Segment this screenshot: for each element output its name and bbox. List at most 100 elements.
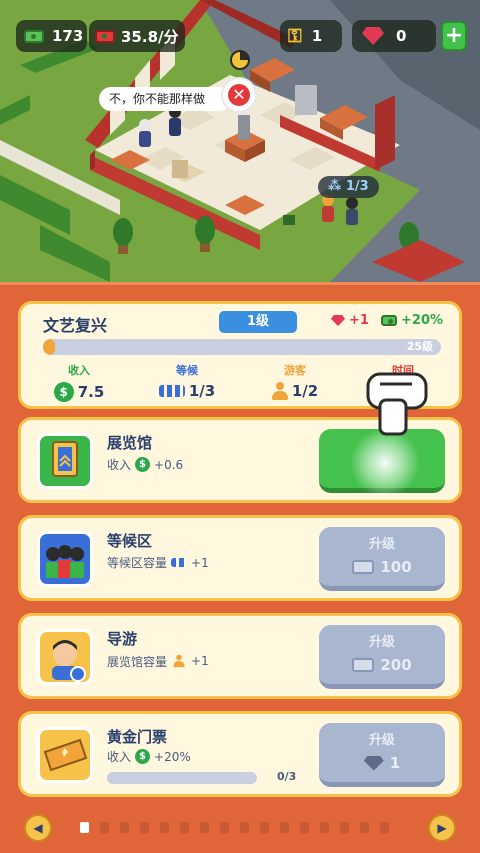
upgrade-desc-value: +0.6: [154, 457, 184, 472]
upgrade-button-label: 升级: [368, 537, 395, 552]
upgrade-desc-value: +1: [191, 555, 209, 570]
stat-income: 收入 $ 7.5: [31, 362, 127, 402]
add-gems-button[interactable]: +: [441, 21, 467, 51]
cash-icon: [352, 560, 375, 574]
gem-bonus-value: +1: [349, 313, 369, 328]
upgrade-desc-value: +1: [191, 654, 209, 668]
upgrade-guide-button[interactable]: 升级 200: [319, 625, 445, 689]
museum-name: 文艺复兴: [43, 316, 108, 335]
upgrade-desc: 收入 $ +20%: [107, 748, 191, 765]
next-page-button[interactable]: ▶: [428, 814, 456, 842]
upgrade-desc: 等候区容量 +1: [107, 554, 209, 571]
page-dot[interactable]: [120, 822, 129, 833]
page-dot[interactable]: [260, 822, 269, 833]
page-dot[interactable]: [240, 822, 249, 833]
queue-count: 1/3: [345, 179, 369, 194]
level-progress-fill: [43, 339, 55, 355]
page-indicator: [80, 822, 389, 833]
stat-income-value: 7.5: [77, 383, 105, 401]
stat-waiting: 等候 1/3: [139, 362, 235, 400]
upgrade-cost: 200: [380, 656, 412, 674]
page-dot[interactable]: [300, 822, 309, 833]
exhibition-hall-icon: [37, 433, 93, 489]
page-dot[interactable]: [340, 822, 349, 833]
museum-scene[interactable]: 173 35.8/分 ⚿ 1 0 + 不，你不能那样做 ✕ ⁂ 1/3: [0, 0, 480, 282]
upgrade-desc-label: 收入: [107, 458, 132, 472]
stat-visitors: 游客 1/2: [247, 362, 343, 400]
upgrade-title: 等候区: [107, 532, 153, 550]
upgrade-button-label: 升级: [368, 635, 395, 650]
key-counter: ⚿ 1: [280, 20, 342, 52]
gem-icon: [362, 27, 384, 45]
page-dot[interactable]: [180, 822, 189, 833]
page-dot[interactable]: [100, 822, 109, 833]
prev-page-button[interactable]: ◀: [24, 814, 52, 842]
queue-icon: [158, 385, 185, 397]
upgrade-panel: 文艺复兴 1级 +1 +20% 25级 收入 $ 7.5 等候 1/3 游客 1…: [0, 282, 480, 853]
cash-bonus-value: +20%: [401, 313, 444, 328]
cash-icon: [24, 29, 44, 43]
upgrade-title: 导游: [107, 630, 138, 648]
level-progress-bar: 25级: [43, 339, 441, 355]
page-dot[interactable]: [220, 822, 229, 833]
dollar-icon: $: [53, 382, 74, 402]
stat-visitors-value: 1/2: [291, 382, 319, 400]
upgrade-golden-ticket-button[interactable]: 升级 1: [319, 723, 445, 787]
money-value: 173: [52, 27, 84, 45]
upgrade-card-guide: 导游 展览馆容量 +1 升级 200: [18, 613, 462, 699]
tour-guide-icon: [37, 629, 93, 685]
page-dot[interactable]: [80, 822, 89, 833]
income-rate-value: 35.8/分: [121, 27, 179, 46]
waiting-area-icon: [37, 531, 93, 587]
page-dot[interactable]: [200, 822, 209, 833]
close-icon: ✕: [228, 84, 250, 106]
chevron-left-icon: ◀: [33, 821, 43, 835]
gem-icon: [331, 315, 345, 326]
key-icon: ⚿: [288, 25, 302, 47]
upgrade-cost: 1: [389, 754, 401, 772]
page-dot[interactable]: [140, 822, 149, 833]
visitor-speech-bubble: 不，你不能那样做: [99, 87, 231, 111]
chevron-right-icon: ▶: [437, 821, 447, 835]
cash-icon: [381, 315, 397, 326]
page-dot[interactable]: [380, 822, 389, 833]
ticket-progress-bar: [107, 772, 257, 784]
upgrade-desc: 展览馆容量 +1: [107, 652, 209, 670]
money-counter: 173: [16, 20, 87, 52]
tutorial-hand-icon: [362, 370, 432, 440]
gem-bonus: +1: [331, 313, 369, 328]
upgrade-desc: 收入 $ +0.6: [107, 456, 183, 473]
upgrade-waiting-area-button[interactable]: 升级 100: [319, 527, 445, 591]
upgrade-title: 黄金门票: [107, 728, 168, 746]
stat-waiting-value: 1/3: [188, 382, 216, 400]
key-value: 1: [311, 27, 323, 45]
golden-ticket-icon: [37, 727, 93, 783]
upgrade-desc-label: 收入: [107, 750, 132, 764]
upgrade-cost: 100: [380, 558, 412, 576]
museum-level-badge: 1级: [219, 311, 297, 333]
stat-visitors-label: 游客: [284, 364, 306, 377]
queue-indicator: ⁂ 1/3: [318, 176, 379, 198]
deny-bubble[interactable]: ✕: [221, 77, 257, 113]
gem-counter: 0: [352, 20, 436, 52]
dollar-icon: $: [135, 457, 151, 472]
upgrade-title: 展览馆: [107, 434, 153, 452]
page-dot[interactable]: [360, 822, 369, 833]
income-icon: [95, 29, 115, 43]
upgrade-desc-value: +20%: [154, 749, 191, 764]
page-dot[interactable]: [160, 822, 169, 833]
stat-income-label: 收入: [68, 364, 90, 377]
page-dot[interactable]: [320, 822, 329, 833]
upgrade-card-golden-ticket: 黄金门票 收入 $ +20% 0/3 升级 1: [18, 711, 462, 797]
queue-icon: [171, 558, 188, 567]
upgrade-desc-label: 展览馆容量: [107, 654, 168, 669]
upgrade-desc-label: 等候区容量: [107, 556, 168, 570]
cash-bonus: +20%: [381, 313, 443, 328]
ticket-progress-text: 0/3: [277, 770, 297, 783]
max-level-label: 25级: [406, 340, 433, 353]
visitor-icon: [173, 654, 185, 668]
page-dot[interactable]: [280, 822, 289, 833]
diamond-icon: [363, 755, 384, 771]
upgrade-button-label: 升级: [368, 733, 395, 748]
stat-waiting-label: 等候: [176, 364, 198, 377]
